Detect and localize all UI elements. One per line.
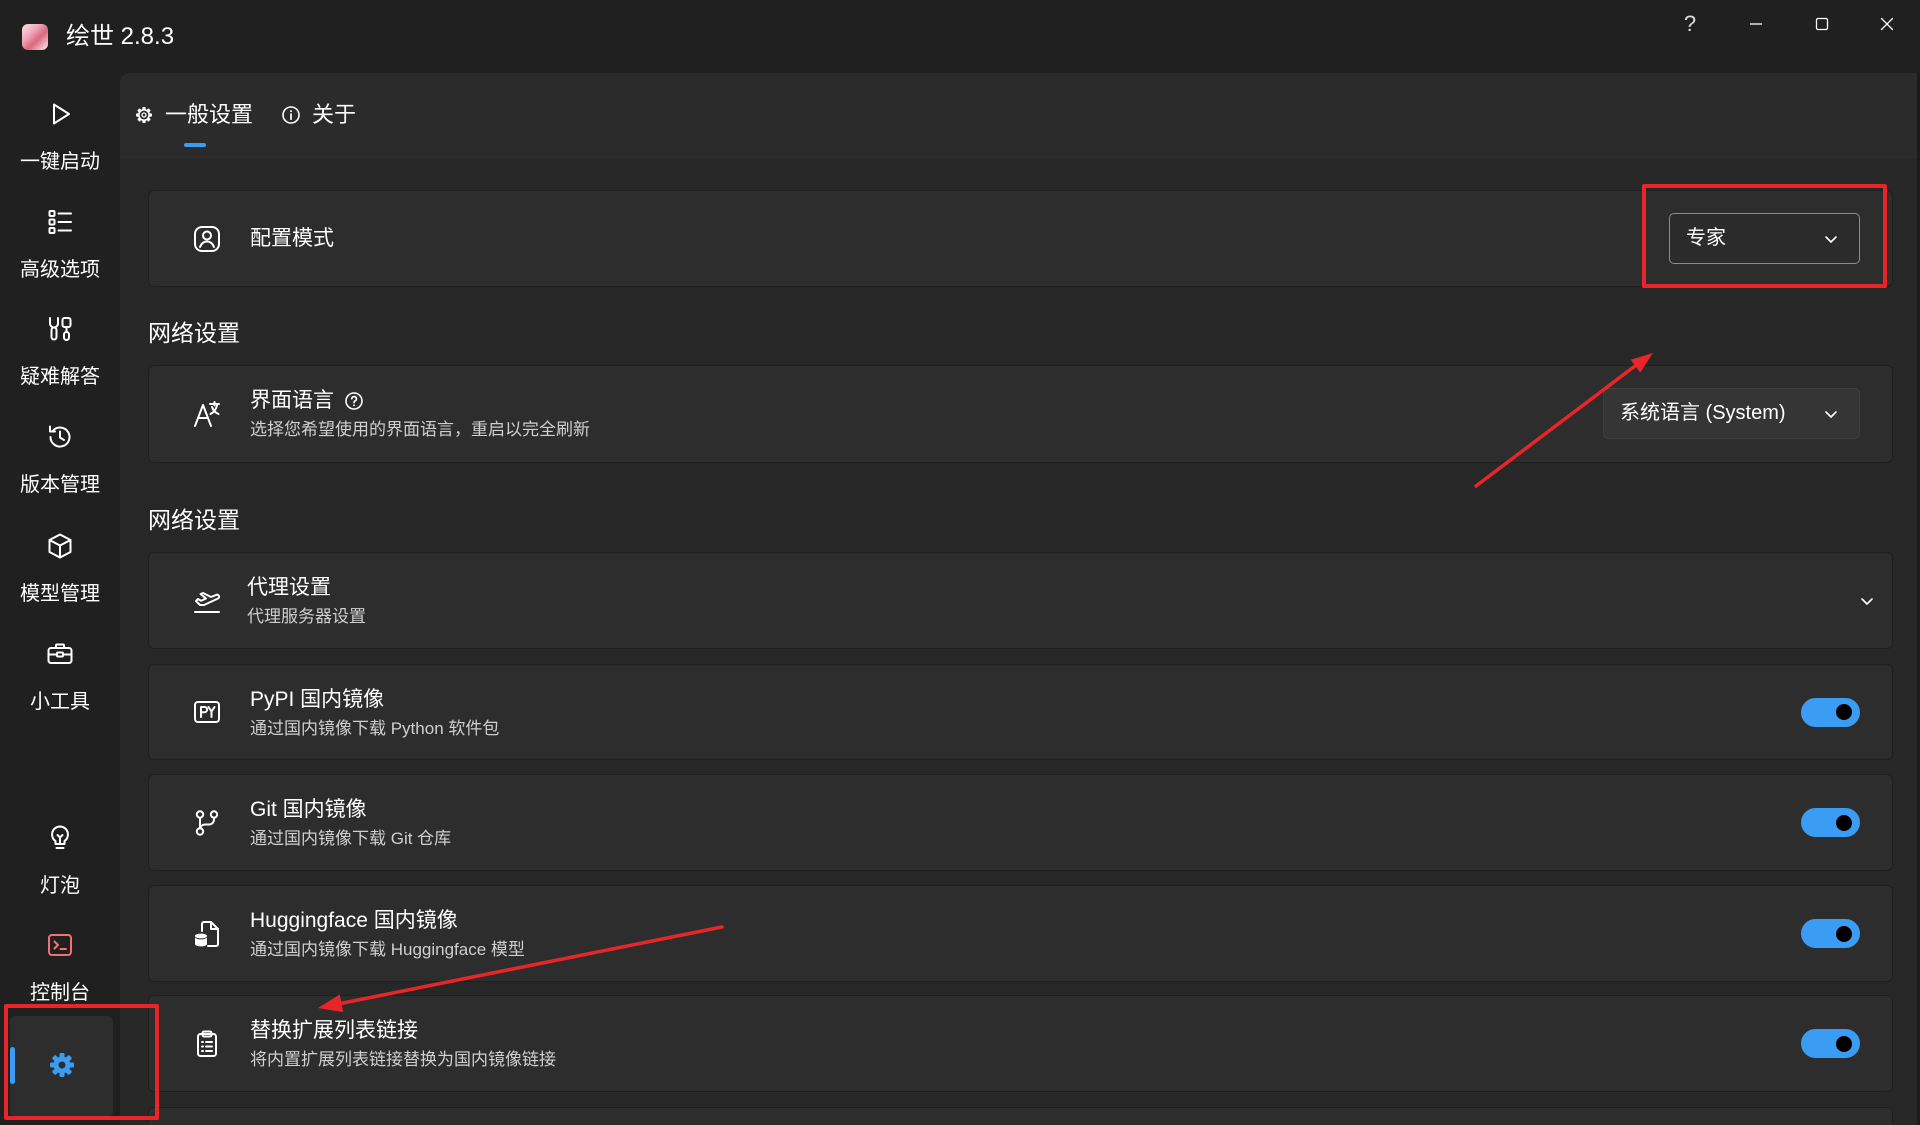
close-icon [1880,17,1894,31]
title-bar: 绘世 2.8.3 ? [0,0,1920,73]
language-icon [194,401,220,427]
tab-about[interactable]: 关于 [280,95,370,135]
sidebar-item-lightbulb[interactable]: 灯泡 [0,818,120,900]
selected-indicator [10,1047,15,1084]
section-header: 网络设置 [148,320,240,346]
chevron-down-icon [1825,236,1837,243]
sidebar-item-label: 灯泡 [40,875,80,897]
sidebar-item-launch[interactable]: 一键启动 [0,94,120,176]
app-logo-icon [22,24,48,50]
language-title: 界面语言 [250,388,364,414]
file-database-icon [195,920,219,947]
dropdown-selected-value: 系统语言 (System) [1620,402,1786,424]
toggle-knob [1836,704,1852,720]
proxy-subtitle: 代理服务器设置 [247,607,366,626]
config-mode-card: 配置模式 专家 [148,190,1893,287]
git-mirror-card: Git 国内镜像 通过国内镜像下载 Git 仓库 [148,774,1893,871]
chevron-down-icon [1825,411,1837,418]
pypi-icon [194,701,220,723]
section-header: 网络设置 [148,507,240,533]
language-dropdown[interactable]: 系统语言 (System) [1603,388,1860,439]
toggle-knob [1836,925,1852,942]
git-mirror-toggle[interactable] [1801,808,1860,837]
pypi-mirror-subtitle: 通过国内镜像下载 Python 软件包 [250,719,500,738]
huggingface-mirror-title: Huggingface 国内镜像 [250,909,458,932]
active-tab-indicator [184,143,206,147]
console-icon [48,934,72,956]
git-mirror-title: Git 国内镜像 [250,798,367,821]
sidebar-item-settings[interactable] [10,1016,113,1117]
chevron-down-icon[interactable] [1859,593,1875,609]
extension-list-link-title: 替换扩展列表链接 [250,1019,418,1042]
huggingface-mirror-subtitle: 通过国内镜像下载 Huggingface 模型 [250,940,525,959]
maximize-button[interactable] [1802,4,1842,44]
huggingface-mirror-toggle[interactable] [1801,919,1860,948]
sidebar-item-label: 控制台 [30,982,90,1004]
config-mode-icon [194,225,220,252]
sidebar-item-console[interactable]: 控制台 [0,925,120,1007]
pypi-mirror-title: PyPI 国内镜像 [250,688,385,711]
sidebar-item-label: 模型管理 [20,583,100,605]
app-window: 绘世 2.8.3 ? 一键启动 高级选项 疑难解答 版本管理 模型管理 小工具 … [0,0,1920,1125]
app-title: 绘世 2.8.3 [66,23,175,50]
sidebar-item-label: 版本管理 [20,474,100,496]
language-card: 界面语言 选择您希望使用的界面语言，重启以完全刷新 系统语言 (System) [148,365,1893,463]
minimize-icon [1750,23,1762,25]
tab-bar: 一般设置 关于 [120,73,1920,159]
sidebar-item-label: 疑难解答 [20,366,100,388]
sidebar-item-label: 高级选项 [20,259,100,281]
sidebar: 一键启动 高级选项 疑难解答 版本管理 模型管理 小工具 灯泡 控制台 [0,73,120,1125]
lightbulb-icon [51,825,69,849]
config-mode-title: 配置模式 [250,227,334,250]
sidebar-item-troubleshoot[interactable]: 疑难解答 [0,309,120,391]
history-icon [49,425,71,448]
minimize-button[interactable] [1736,4,1776,44]
tab-general-settings[interactable]: 一般设置 [134,95,264,147]
toolbox-icon [47,643,73,664]
cube-icon [48,533,72,559]
pypi-mirror-toggle[interactable] [1801,697,1860,727]
extension-list-link-toggle[interactable] [1801,1029,1860,1058]
tools-icon [49,317,72,341]
gear-icon [50,1053,74,1077]
help-circle-icon[interactable] [344,391,364,411]
proxy-title: 代理设置 [247,576,331,599]
sidebar-item-label: 小工具 [30,691,90,713]
language-subtitle: 选择您希望使用的界面语言，重启以完全刷新 [250,420,590,439]
settings-card-partial [148,1107,1893,1125]
gear-icon [136,107,152,123]
info-icon [282,106,300,124]
git-branch-icon [195,809,219,836]
pypi-mirror-card: PyPI 国内镜像 通过国内镜像下载 Python 软件包 [148,664,1893,760]
clipboard-list-icon [197,1030,217,1057]
dropdown-selected-value: 专家 [1686,227,1726,249]
proxy-plane-icon [194,591,221,613]
huggingface-mirror-card: Huggingface 国内镜像 通过国内镜像下载 Huggingface 模型 [148,885,1893,982]
tab-label: 一般设置 [165,102,254,127]
sidebar-item-label: 一键启动 [20,151,100,173]
tab-label: 关于 [312,102,357,127]
toggle-knob [1836,1035,1852,1052]
sidebar-item-models[interactable]: 模型管理 [0,526,120,608]
list-icon [48,210,72,234]
help-button[interactable]: ? [1670,4,1710,44]
language-title-text: 界面语言 [250,389,334,412]
sidebar-item-advanced[interactable]: 高级选项 [0,202,120,284]
sidebar-item-versions[interactable]: 版本管理 [0,417,120,499]
play-icon [53,103,70,125]
sidebar-item-tools[interactable]: 小工具 [0,634,120,716]
main-panel: 一般设置 关于 配置模式 专家 网络设置 界面语言 选择您希望使用的界面语言，重… [120,73,1920,1125]
config-mode-dropdown[interactable]: 专家 [1669,213,1860,264]
extension-list-link-subtitle: 将内置扩展列表链接替换为国内镜像链接 [250,1050,556,1069]
maximize-icon [1815,17,1829,31]
close-button[interactable] [1867,4,1907,44]
proxy-card[interactable]: 代理设置 代理服务器设置 [148,552,1893,649]
extension-list-link-card: 替换扩展列表链接 将内置扩展列表链接替换为国内镜像链接 [148,995,1893,1092]
git-mirror-subtitle: 通过国内镜像下载 Git 仓库 [250,829,452,848]
toggle-knob [1836,814,1852,831]
